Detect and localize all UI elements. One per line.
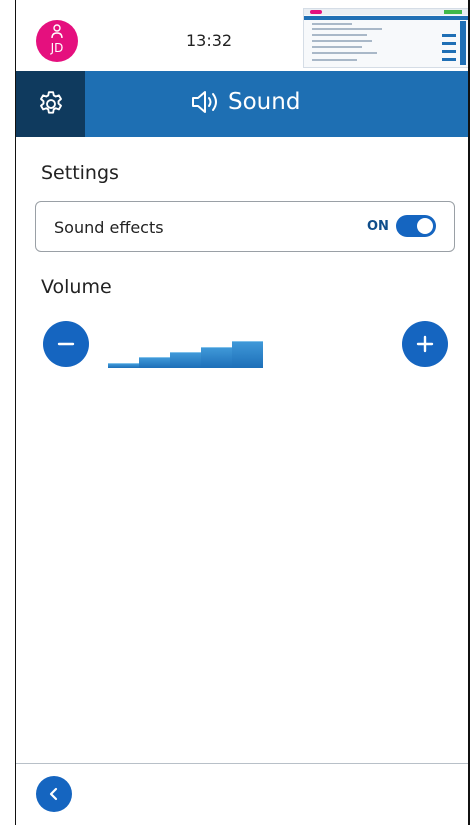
avatar-initials: JD [50,41,64,55]
back-button[interactable] [36,776,72,812]
header-bar: Sound [16,71,468,137]
app-frame: JD 13:32 Sound Settings Sound effects ON… [15,0,470,825]
settings-heading: Settings [41,162,119,184]
sound-effects-row[interactable]: Sound effects ON [35,201,455,252]
volume-up-button[interactable] [402,321,448,367]
clock: 13:32 [186,31,233,50]
volume-bar-3 [170,352,201,368]
page-title: Sound [190,89,300,115]
volume-bar-5 [232,341,263,368]
person-icon [51,24,63,39]
volume-level-bars [108,341,268,368]
speaker-icon [192,91,217,113]
page-title-text: Sound [228,89,301,115]
toggle-state-text: ON [367,219,389,234]
chevron-left-icon [49,787,58,801]
plus-icon [416,335,434,353]
screen-preview-thumbnail[interactable] [303,8,468,68]
gear-icon [39,91,62,114]
volume-bar-1 [108,363,139,368]
volume-bar-4 [201,347,232,368]
footer-divider [16,763,468,764]
minus-icon [57,342,75,346]
sound-effects-label: Sound effects [54,218,164,237]
toggle-knob [417,218,433,234]
volume-bar-2 [139,357,170,368]
volume-heading: Volume [41,276,112,298]
sound-effects-toggle[interactable] [396,215,436,237]
status-bar: JD 13:32 [16,0,468,71]
volume-down-button[interactable] [43,321,89,367]
user-avatar[interactable]: JD [36,20,78,62]
settings-button[interactable] [16,71,85,137]
